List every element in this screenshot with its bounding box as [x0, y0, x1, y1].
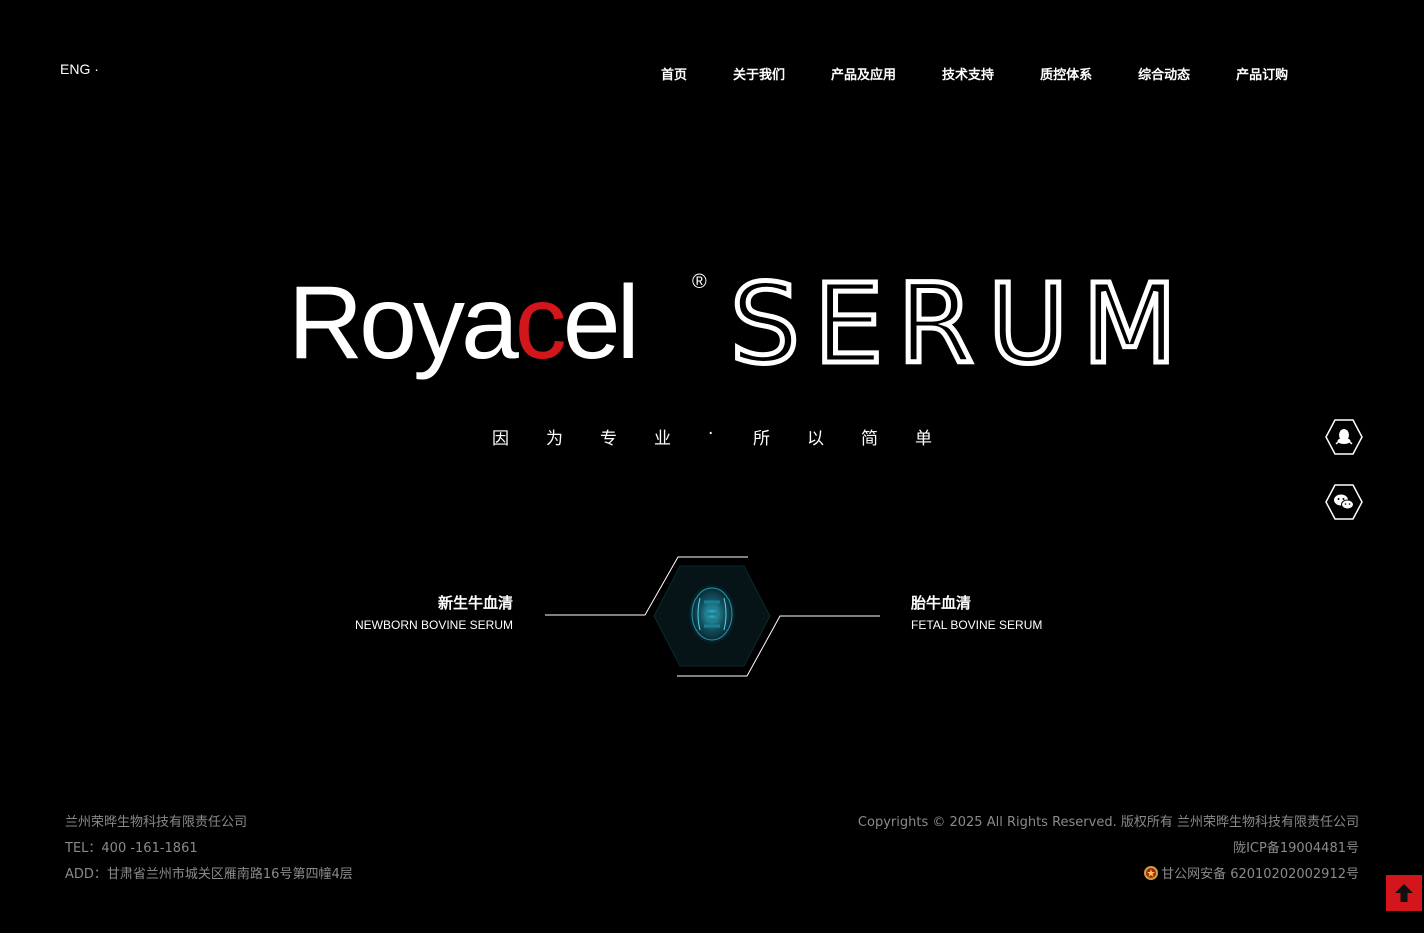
police-badge-icon [1144, 866, 1159, 880]
qq-icon [1325, 419, 1363, 455]
product-en-name: FETAL BOVINE SERUM [911, 618, 1043, 632]
arrow-up-icon [1395, 884, 1413, 902]
product-cn-name: 胎牛血清 [911, 594, 972, 612]
product-en-name: NEWBORN BOVINE SERUM [354, 618, 513, 632]
cell-hexagon-icon [545, 556, 880, 677]
back-to-top-button[interactable] [1386, 875, 1422, 911]
registered-mark: ® [692, 271, 707, 293]
tagline-char: 业 [654, 429, 671, 449]
product-hex-graphic [540, 552, 885, 682]
tagline-char: 因 [492, 429, 509, 449]
footer-police-text: 甘公网安备 62010202002912号 [1161, 867, 1359, 882]
nav-item-news[interactable]: 综合动态 [1138, 64, 1190, 83]
footer-contact: 兰州荣晔生物科技有限责任公司 TEL：400 -161-1861 ADD：甘肃省… [65, 810, 353, 888]
footer-address: ADD：甘肃省兰州市城关区雁南路16号第四幢4层 [65, 867, 353, 882]
tagline-char: · [708, 424, 714, 444]
nav-item-order[interactable]: 产品订购 [1236, 64, 1288, 83]
nav-item-home[interactable]: 首页 [661, 64, 687, 83]
footer-copyright: Copyrights © 2025 All Rights Reserved. 版… [857, 815, 1359, 830]
hero-logo: Royacel ® SERUM [288, 258, 1180, 392]
footer-police-link[interactable]: 甘公网安备 62010202002912号 [858, 862, 1359, 888]
tagline-char: 以 [807, 429, 824, 449]
tagline-char: 所 [753, 429, 770, 449]
tagline-char: 简 [861, 429, 878, 449]
tagline-char: 专 [600, 429, 617, 449]
footer-company: 兰州荣晔生物科技有限责任公司 [65, 815, 248, 830]
wechat-button[interactable] [1325, 483, 1363, 521]
tagline-char: 单 [915, 429, 932, 449]
product-cn-name: 新生牛血清 [437, 594, 513, 612]
footer-tel: TEL：400 -161-1861 [65, 841, 198, 856]
nav-item-about[interactable]: 关于我们 [733, 64, 785, 83]
nav-item-quality[interactable]: 质控体系 [1040, 64, 1092, 83]
brand-logo: Royacel ® SERUM [288, 258, 1180, 391]
qq-button[interactable] [1325, 418, 1363, 456]
product-fetal-bovine-serum[interactable]: 胎牛血清 FETAL BOVINE SERUM [911, 592, 1042, 634]
main-nav: 首页 关于我们 产品及应用 技术支持 质控体系 综合动态 产品订购 [640, 64, 1288, 83]
serum-word: SERUM [730, 260, 1191, 388]
nav-item-products[interactable]: 产品及应用 [831, 64, 896, 83]
brand-wordmark: Royacel [288, 265, 636, 381]
tagline-char: 为 [546, 429, 563, 449]
nav-item-support[interactable]: 技术支持 [942, 64, 994, 83]
language-switch[interactable]: ENG · [60, 61, 99, 77]
wechat-icon [1325, 484, 1363, 520]
product-newborn-bovine-serum[interactable]: 新生牛血清 NEWBORN BOVINE SERUM [355, 592, 513, 634]
footer-icp-link[interactable]: 陇ICP备19004481号 [858, 836, 1359, 862]
page: ENG · 首页 关于我们 产品及应用 技术支持 质控体系 综合动态 产品订购 … [0, 0, 1424, 933]
footer-legal: Copyrights © 2025 All Rights Reserved. 版… [858, 810, 1359, 888]
